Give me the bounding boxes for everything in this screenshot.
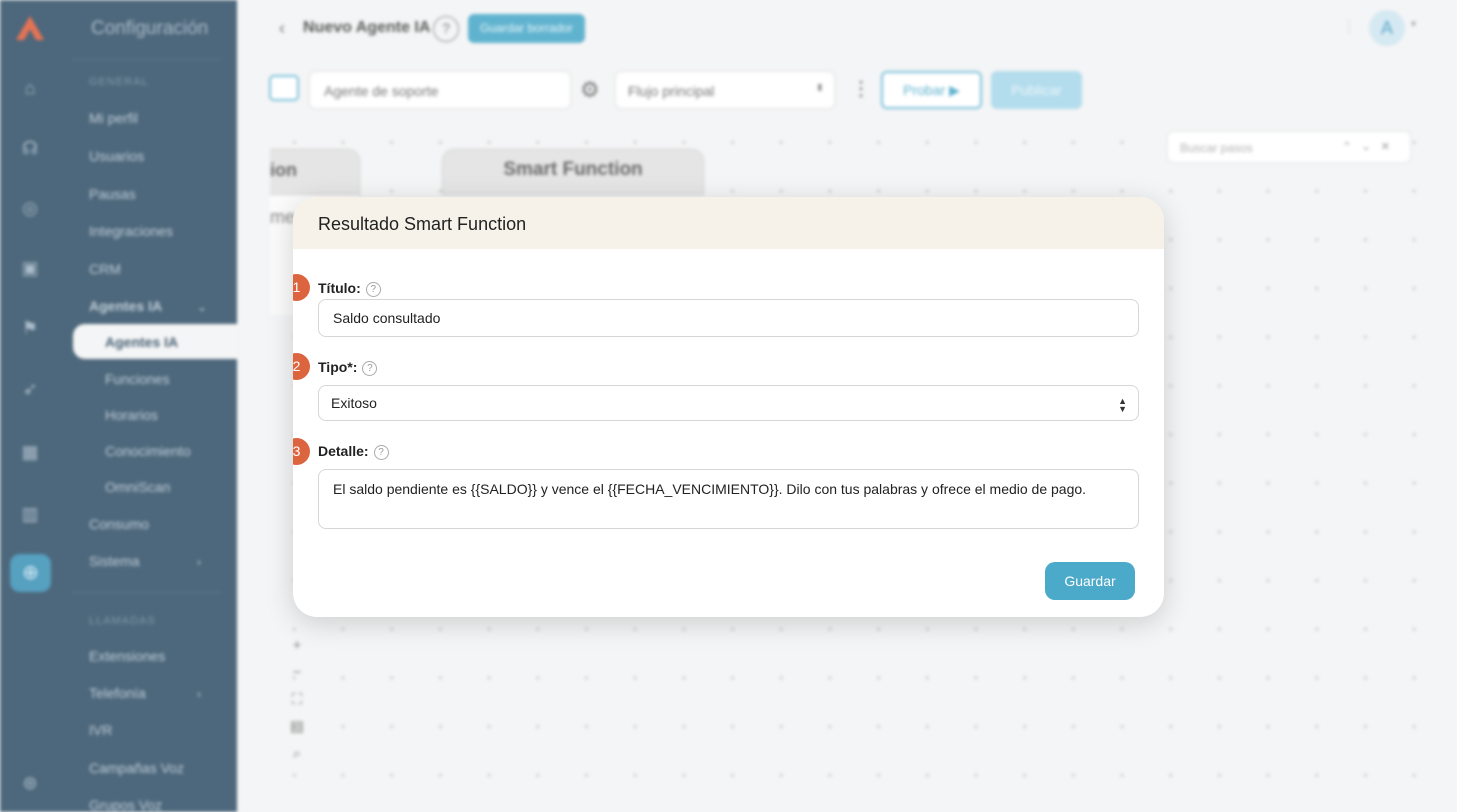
detail-label-text: Detalle:: [318, 443, 369, 459]
modal-title: Resultado Smart Function: [318, 214, 527, 234]
title-input[interactable]: Saldo consultado: [318, 299, 1139, 337]
type-label-text: Tipo*:: [318, 359, 358, 375]
save-button[interactable]: Guardar: [1045, 562, 1135, 600]
title-field-label: Título:?: [318, 280, 381, 297]
select-arrows-icon: ▲ ▼: [1118, 396, 1127, 414]
type-select-value: Exitoso: [331, 395, 377, 411]
type-select[interactable]: Exitoso ▲ ▼: [318, 385, 1139, 421]
smart-function-result-modal: Resultado Smart Function 1 Título:? Sald…: [293, 197, 1164, 617]
title-label-text: Título:: [318, 280, 361, 296]
help-icon[interactable]: ?: [365, 282, 381, 297]
type-field-label: Tipo*:?: [318, 359, 378, 376]
step-badge-2: 2: [293, 353, 310, 380]
modal-header: Resultado Smart Function: [293, 197, 1164, 249]
step-badge-3: 3: [293, 438, 310, 465]
step-badge-1: 1: [293, 274, 310, 301]
help-icon[interactable]: ?: [362, 361, 378, 376]
detail-field-label: Detalle:?: [318, 443, 389, 460]
help-icon[interactable]: ?: [373, 445, 389, 460]
detail-textarea[interactable]: El saldo pendiente es {{SALDO}} y vence …: [318, 469, 1139, 529]
